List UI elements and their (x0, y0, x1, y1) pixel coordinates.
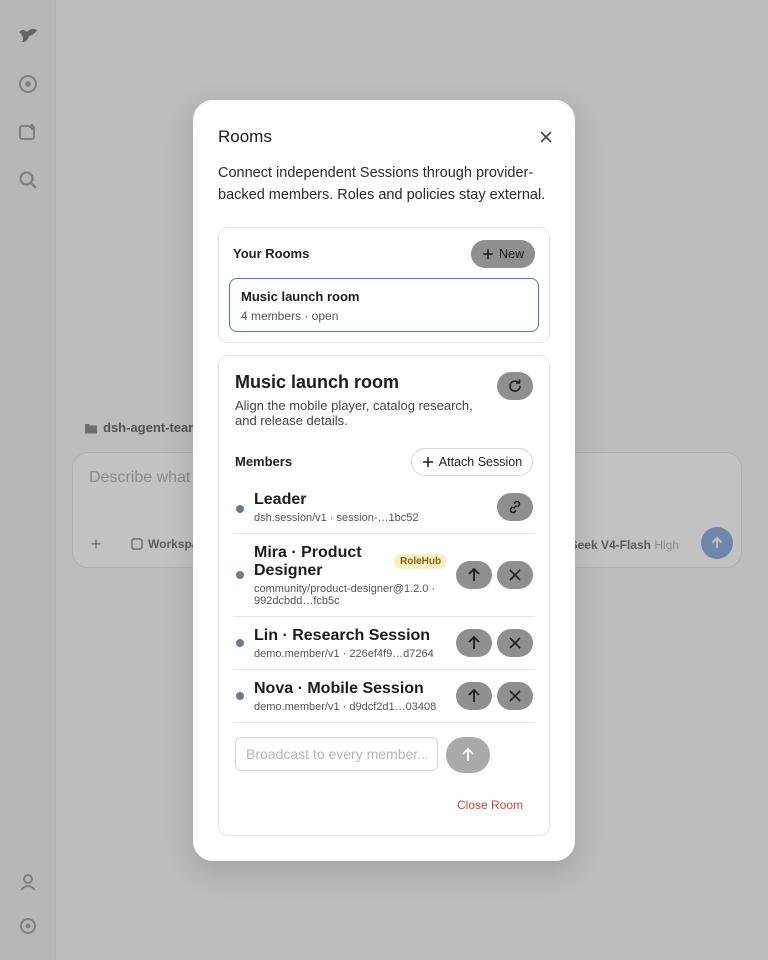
promote-member-button[interactable] (456, 561, 492, 589)
member-status-dot (236, 571, 244, 579)
your-rooms-card: Your Rooms New Music launch room 4 membe… (218, 227, 550, 343)
modal-description: Connect independent Sessions through pro… (218, 165, 546, 203)
room-list-item-meta: 4 members · open (241, 309, 339, 323)
rooms-modal: Rooms Connect independent Sessions throu… (193, 100, 575, 861)
member-name: Nova · Mobile Session (254, 680, 424, 697)
refresh-room-button[interactable] (497, 372, 533, 400)
close-modal-button[interactable] (536, 127, 556, 147)
new-room-button[interactable]: New (471, 240, 535, 268)
remove-member-button[interactable] (497, 682, 533, 710)
remove-member-button[interactable] (497, 561, 533, 589)
room-list-item-name: Music launch room (241, 289, 360, 304)
link-icon (509, 500, 521, 514)
modal-title: Rooms (218, 127, 272, 146)
close-icon (509, 690, 521, 702)
member-row: Mira · Product Designer RoleHub communit… (234, 534, 534, 617)
room-detail-card: Music launch room Align the mobile playe… (218, 355, 550, 836)
remove-member-button[interactable] (497, 629, 533, 657)
room-title: Music launch room (235, 372, 400, 392)
refresh-icon (509, 379, 521, 392)
arrow-up-icon (468, 635, 480, 649)
close-icon (509, 637, 521, 649)
broadcast-input[interactable] (235, 737, 438, 771)
copy-link-button[interactable] (497, 493, 533, 521)
close-room-button[interactable]: Close Room (457, 798, 523, 812)
room-description: Align the mobile player, catalog researc… (235, 398, 473, 428)
new-room-label: New (498, 247, 524, 261)
promote-member-button[interactable] (456, 682, 492, 710)
close-icon (509, 569, 521, 581)
plus-icon (482, 249, 493, 259)
member-row: Leader dsh.session/v1 · session-…1bc52 (234, 485, 534, 534)
member-name: Mira · Product Designer (254, 544, 362, 579)
room-list-item[interactable]: Music launch room 4 members · open (229, 278, 539, 332)
promote-member-button[interactable] (456, 629, 492, 657)
attach-session-button[interactable]: Attach Session (411, 448, 533, 476)
member-name: Leader (254, 491, 307, 508)
member-status-dot (236, 639, 244, 647)
attach-session-label: Attach Session (438, 455, 523, 469)
role-badge: RoleHub (394, 554, 448, 569)
member-id: demo.member/v1 · 226ef4f9…d7264 (254, 648, 434, 660)
arrow-up-icon (468, 567, 480, 581)
member-row: Nova · Mobile Session demo.member/v1 · d… (234, 670, 534, 723)
plus-icon (422, 457, 433, 467)
member-id: demo.member/v1 · d9dcf2d1…03408 (254, 701, 437, 713)
member-name: Lin · Research Session (254, 627, 431, 644)
arrow-up-icon (462, 747, 474, 761)
broadcast-send-button[interactable] (446, 737, 490, 773)
your-rooms-header: Your Rooms (233, 246, 310, 261)
arrow-up-icon (468, 688, 480, 702)
close-icon (540, 131, 552, 143)
members-header: Members (235, 454, 293, 469)
member-id: dsh.session/v1 · session-…1bc52 (254, 512, 419, 524)
member-status-dot (236, 692, 244, 700)
member-row: Lin · Research Session demo.member/v1 · … (234, 617, 534, 670)
member-id: community/product-designer@1.2.0 · 992dc… (254, 583, 436, 607)
member-status-dot (236, 505, 244, 513)
